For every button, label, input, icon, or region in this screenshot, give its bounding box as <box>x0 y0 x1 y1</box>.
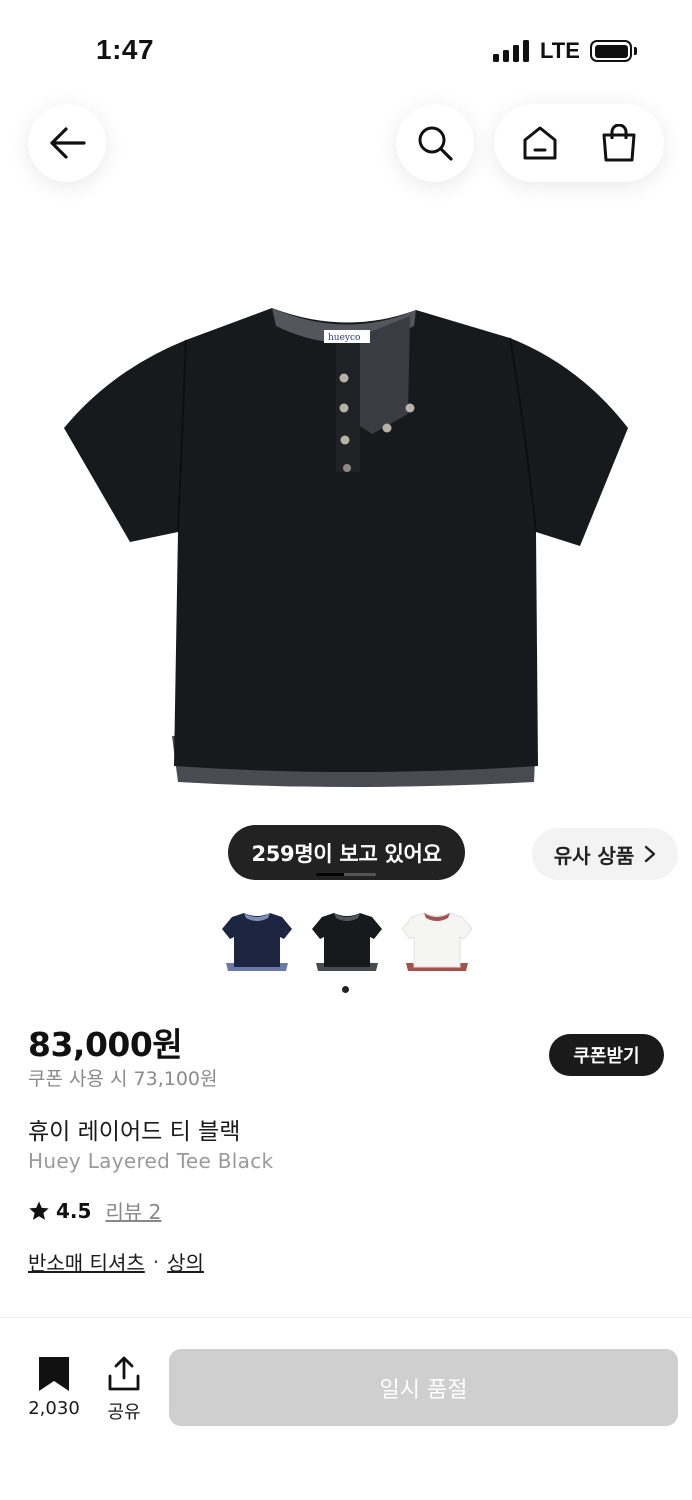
coupon-price: 쿠폰 사용 시 73,100원 <box>28 1068 218 1090</box>
signal-icon <box>493 40 529 62</box>
rating-row: 4.5 리뷰 2 <box>28 1196 161 1225</box>
thumbnail-black[interactable] <box>312 906 382 976</box>
category-separator: · <box>152 1249 160 1274</box>
arrow-left-icon <box>50 127 86 159</box>
product-price: 83,000원 <box>28 1025 183 1064</box>
coupon-button[interactable]: 쿠폰받기 <box>549 1034 664 1076</box>
shopping-bag-icon <box>602 124 635 162</box>
home-button[interactable] <box>510 113 570 173</box>
brand-tag: hueyco <box>328 333 360 343</box>
battery-tip <box>634 47 637 55</box>
similar-products-button[interactable]: 유사 상품 <box>532 828 678 880</box>
star-icon <box>29 1200 49 1220</box>
category-link-tshirts[interactable]: 반소매 티셔츠 <box>28 1247 145 1276</box>
chevron-right-icon <box>645 845 656 863</box>
status-bar: 1:47 LTE <box>0 0 692 100</box>
cart-button[interactable] <box>589 113 649 173</box>
bookmark-button[interactable]: 2,030 <box>22 1356 86 1419</box>
thumbnail-indicator <box>342 986 349 993</box>
home-cart-group <box>494 104 664 182</box>
color-thumbnails <box>222 906 472 976</box>
product-image[interactable]: hueyco <box>60 296 632 796</box>
viewers-badge: 259명이 보고 있어요 <box>228 825 465 880</box>
back-button[interactable] <box>28 104 106 182</box>
share-icon <box>108 1356 140 1391</box>
bookmark-icon <box>39 1357 69 1391</box>
similar-products-label: 유사 상품 <box>553 843 635 868</box>
thumbnail-white[interactable] <box>402 906 472 976</box>
bookmark-count: 2,030 <box>28 1398 80 1419</box>
status-time: 1:47 <box>96 34 155 65</box>
home-icon <box>523 126 556 160</box>
image-pager <box>316 873 376 876</box>
category-breadcrumb: 반소매 티셔츠 · 상의 <box>28 1247 204 1276</box>
thumbnail-navy[interactable] <box>222 906 292 976</box>
network-label: LTE <box>540 38 580 63</box>
review-link[interactable]: 리뷰 2 <box>105 1196 161 1225</box>
product-title-ko: 휴이 레이어드 티 블랙 <box>28 1119 241 1145</box>
category-link-tops[interactable]: 상의 <box>167 1247 204 1276</box>
rating-value: 4.5 <box>56 1198 92 1223</box>
share-button[interactable]: 공유 <box>100 1356 148 1424</box>
share-label: 공유 <box>107 1402 141 1423</box>
battery-icon <box>590 40 632 62</box>
search-button[interactable] <box>396 104 474 182</box>
product-title-en: Huey Layered Tee Black <box>28 1149 274 1173</box>
search-icon <box>418 126 453 161</box>
soldout-button[interactable]: 일시 품절 <box>169 1349 678 1426</box>
